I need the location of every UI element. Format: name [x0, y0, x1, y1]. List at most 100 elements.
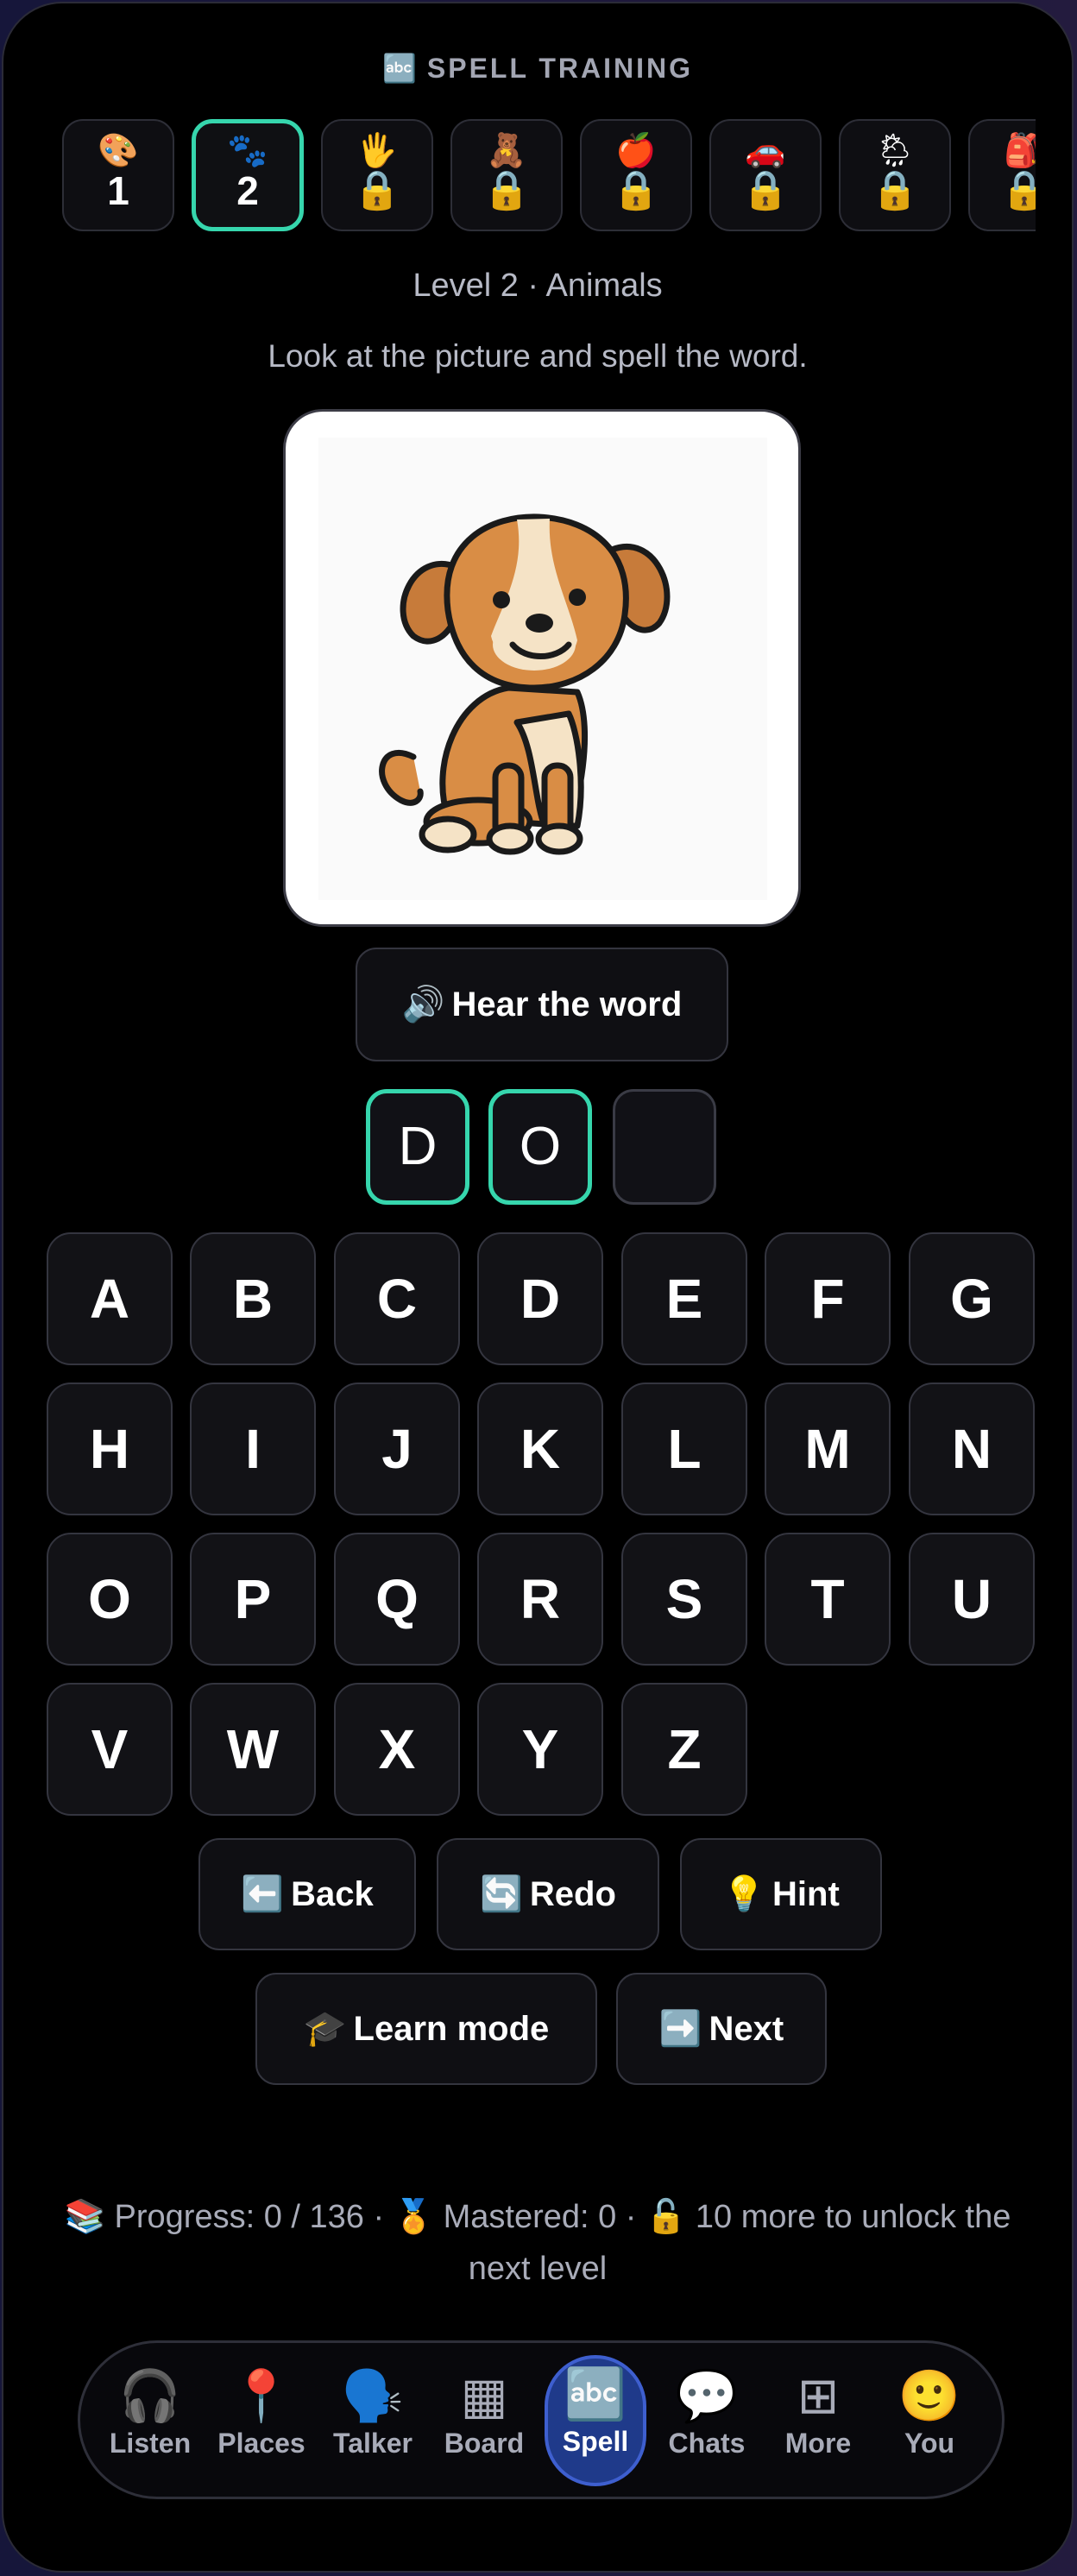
hint-button[interactable]: 💡 Hint [680, 1838, 882, 1950]
hand-icon: 🖐 [356, 131, 398, 169]
apple-icon: 🍎 [615, 131, 657, 169]
key-t[interactable]: T [765, 1533, 891, 1666]
key-m[interactable]: M [765, 1382, 891, 1515]
key-a[interactable]: A [47, 1232, 173, 1365]
key-z[interactable]: Z [621, 1683, 747, 1816]
books-icon: 📚 [64, 2197, 105, 2235]
key-q[interactable]: Q [334, 1533, 460, 1666]
answer-slot-1[interactable]: D [366, 1089, 469, 1205]
nav-label: You [904, 2428, 955, 2459]
dog-picture-icon [379, 513, 671, 855]
key-r[interactable]: R [477, 1533, 603, 1666]
abc-icon: 🔤 [564, 2365, 627, 2423]
nav-listen[interactable]: 🎧 Listen [99, 2359, 201, 2485]
nav-label: Spell [562, 2426, 629, 2457]
progress-count: Progress: 0 / 136 [114, 2199, 364, 2235]
redo-label: Redo [529, 1875, 616, 1913]
nav-label: Board [444, 2428, 525, 2459]
key-o[interactable]: O [47, 1533, 173, 1666]
level-1-button[interactable]: 🎨 1 [62, 119, 174, 231]
key-c[interactable]: C [334, 1232, 460, 1365]
key-d[interactable]: D [477, 1232, 603, 1365]
level-3-button[interactable]: 🖐 🔒 [321, 119, 433, 231]
mastered-count: Mastered: 0 [443, 2199, 617, 2235]
smiley-icon: 🙂 [898, 2366, 961, 2425]
progress-summary: 📚 Progress: 0 / 136 · 🏅 Mastered: 0 · 🔓 … [64, 2197, 1011, 2287]
lock-icon: 🔒 [482, 168, 531, 212]
picture-background [318, 438, 767, 900]
redo-button[interactable]: 🔄 Redo [437, 1838, 659, 1950]
key-y[interactable]: Y [477, 1683, 603, 1816]
lock-icon: 🔒 [741, 168, 790, 212]
speaking-head-icon: 🗣️ [341, 2366, 405, 2425]
headphones-icon: 🎧 [118, 2366, 182, 2425]
paw-icon: 🐾 [227, 131, 268, 169]
unlock-icon: 🔓 [646, 2197, 687, 2235]
level-number: 2 [236, 168, 259, 213]
key-e[interactable]: E [621, 1232, 747, 1365]
answer-slot-2[interactable]: O [488, 1089, 592, 1205]
nav-board[interactable]: ▦ Board [433, 2359, 535, 2485]
level-7-button[interactable]: 🌦 🔒 [839, 119, 951, 231]
level-8-button[interactable]: 🎒 🔒 [968, 119, 1036, 231]
key-f[interactable]: F [765, 1232, 891, 1365]
redo-icon: 🔄 [480, 1874, 523, 1914]
level-6-button[interactable]: 🚗 🔒 [709, 119, 822, 231]
key-i[interactable]: I [190, 1382, 316, 1515]
key-s[interactable]: S [621, 1533, 747, 1666]
page-title-text: SPELL TRAINING [426, 53, 693, 84]
teddy-bear-icon: 🧸 [486, 131, 527, 169]
hear-word-button[interactable]: 🔊 Hear the word [356, 948, 728, 1061]
key-w[interactable]: W [190, 1683, 316, 1816]
hint-label: Hint [772, 1875, 840, 1913]
palette-icon: 🎨 [98, 131, 139, 169]
key-k[interactable]: K [477, 1382, 603, 1515]
grid-icon: ▦ [460, 2366, 508, 2425]
key-x[interactable]: X [334, 1683, 460, 1816]
weather-icon: 🌦 [873, 131, 916, 169]
page-title: 🔤 SPELL TRAINING [3, 52, 1072, 85]
level-4-button[interactable]: 🧸 🔒 [450, 119, 563, 231]
phone-screen: 🔤 SPELL TRAINING 🎨 1 🐾 2 🖐 🔒 🧸 🔒 🍎 🔒 🚗 🔒 [2, 2, 1074, 2573]
key-b[interactable]: B [190, 1232, 316, 1365]
nav-you[interactable]: 🙂 You [879, 2359, 980, 2485]
level-5-button[interactable]: 🍎 🔒 [580, 119, 692, 231]
car-icon: 🚗 [745, 131, 786, 169]
level-title: Level 2 · Animals [413, 268, 663, 304]
hear-word-label: Hear the word [451, 986, 683, 1023]
speaker-icon: 🔊 [401, 985, 445, 1024]
learn-mode-label: Learn mode [353, 2010, 550, 2048]
speech-bubble-icon: 💬 [675, 2366, 739, 2425]
nav-chats[interactable]: 💬 Chats [656, 2359, 758, 2485]
key-l[interactable]: L [621, 1382, 747, 1515]
nav-places[interactable]: 📍 Places [211, 2359, 312, 2485]
next-arrow-icon: ➡️ [658, 2009, 702, 2049]
nav-label: Talker [333, 2428, 413, 2459]
key-g[interactable]: G [909, 1232, 1035, 1365]
bottom-nav: 🎧 Listen 📍 Places 🗣️ Talker ▦ Board 🔤 Sp… [78, 2340, 1005, 2499]
level-2-button[interactable]: 🐾 2 [192, 119, 304, 231]
back-button[interactable]: ⬅️ Back [198, 1838, 416, 1950]
key-j[interactable]: J [334, 1382, 460, 1515]
nav-talker[interactable]: 🗣️ Talker [322, 2359, 424, 2485]
answer-slot-3[interactable] [613, 1089, 716, 1205]
pin-icon: 📍 [230, 2366, 293, 2425]
key-h[interactable]: H [47, 1382, 173, 1515]
key-v[interactable]: V [47, 1683, 173, 1816]
level-selector: 🎨 1 🐾 2 🖐 🔒 🧸 🔒 🍎 🔒 🚗 🔒 🌦 🔒 🎒 [60, 119, 1036, 235]
next-label: Next [709, 2010, 784, 2048]
nav-spell[interactable]: 🔤 Spell [545, 2355, 646, 2486]
key-u[interactable]: U [909, 1533, 1035, 1666]
key-n[interactable]: N [909, 1382, 1035, 1515]
lightbulb-icon: 💡 [722, 1874, 766, 1914]
abc-icon: 🔤 [382, 52, 417, 85]
back-label: Back [291, 1875, 374, 1913]
word-picture [283, 409, 801, 927]
nav-label: Listen [109, 2428, 192, 2459]
key-p[interactable]: P [190, 1533, 316, 1666]
learn-mode-button[interactable]: 🎓 Learn mode [255, 1973, 597, 2085]
next-button[interactable]: ➡️ Next [616, 1973, 827, 2085]
nav-more[interactable]: ⊞ More [767, 2359, 869, 2485]
backpack-icon: 🎒 [970, 133, 1036, 167]
instruction-text: Look at the picture and spell the word. [268, 338, 808, 374]
